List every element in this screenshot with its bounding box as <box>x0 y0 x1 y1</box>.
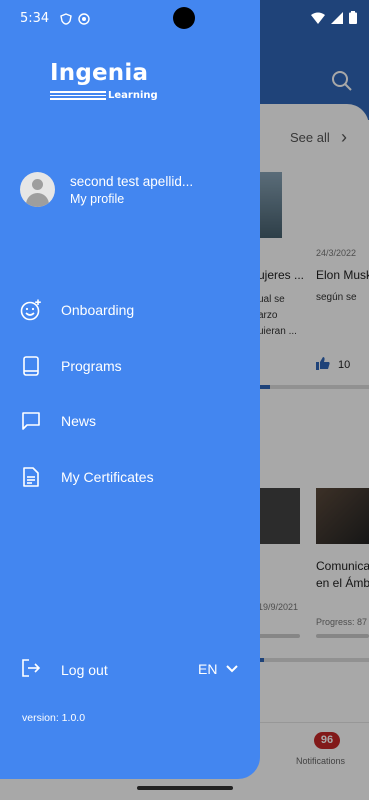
menu-item-certificates[interactable]: My Certificates <box>20 462 240 492</box>
shield-icon <box>60 12 72 25</box>
menu-item-label: News <box>61 413 97 429</box>
profile-button[interactable]: second test apellid... My profile <box>20 172 250 207</box>
smiley-plus-icon <box>20 299 42 321</box>
logout-label: Log out <box>61 662 108 678</box>
app-version: version: 1.0.0 <box>22 712 86 724</box>
document-icon <box>20 466 42 488</box>
home-indicator <box>137 786 233 790</box>
chevron-down-icon <box>225 661 239 677</box>
navigation-drawer: Ingenia Learning second test apellid... … <box>0 0 260 779</box>
profile-name: second test apellid... <box>70 173 194 189</box>
battery-icon <box>349 11 357 29</box>
status-time: 5:34 <box>20 11 50 26</box>
menu-item-label: My Certificates <box>61 469 154 485</box>
menu-item-label: Onboarding <box>61 302 135 318</box>
wifi-icon <box>311 11 325 29</box>
menu-item-programs[interactable]: Programs <box>20 351 240 381</box>
chat-bubble-icon <box>20 410 42 432</box>
book-icon <box>20 355 42 377</box>
menu-item-label: Programs <box>61 358 122 374</box>
app-notification-icon <box>78 12 90 25</box>
signal-icon <box>331 11 343 29</box>
language-value: EN <box>198 661 218 677</box>
camera-cutout <box>173 7 195 29</box>
profile-subtitle: My profile <box>70 191 125 206</box>
ingenia-logo: Ingenia Learning <box>50 60 158 101</box>
menu-item-onboarding[interactable]: Onboarding <box>20 295 240 325</box>
status-bar: 5:34 <box>0 0 369 36</box>
logout-icon <box>20 657 42 684</box>
language-selector[interactable]: EN <box>198 661 239 677</box>
menu-item-news[interactable]: News <box>20 406 240 436</box>
avatar <box>20 172 55 207</box>
